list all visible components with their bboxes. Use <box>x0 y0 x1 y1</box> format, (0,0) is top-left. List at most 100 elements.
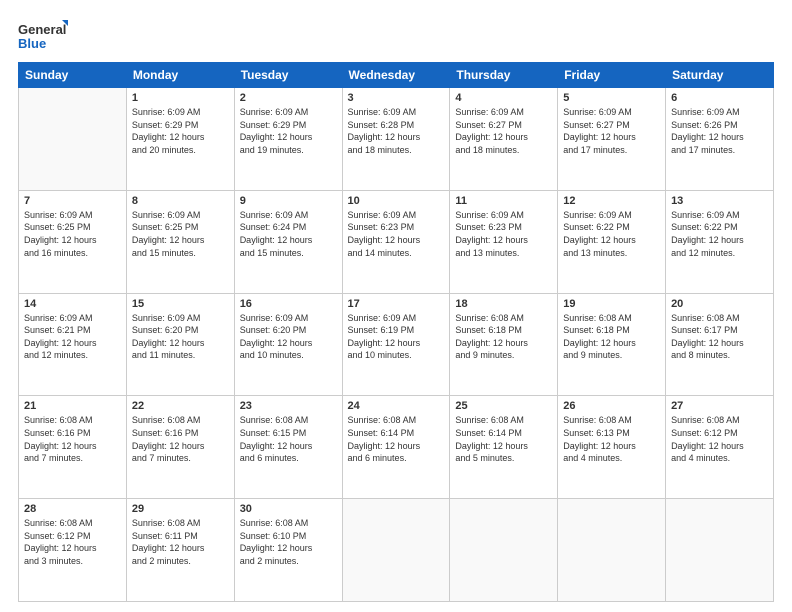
cell-week3-day6: 20 Sunrise: 6:08 AMSunset: 6:17 PMDayligh… <box>666 293 774 396</box>
day-detail: Sunrise: 6:08 AMSunset: 6:18 PMDaylight:… <box>563 312 660 362</box>
week-row-1: 1 Sunrise: 6:09 AMSunset: 6:29 PMDaylight… <box>19 88 774 191</box>
day-number: 4 <box>455 92 552 104</box>
day-number: 17 <box>348 298 445 310</box>
day-detail: Sunrise: 6:09 AMSunset: 6:19 PMDaylight:… <box>348 312 445 362</box>
cell-week1-day3: 3 Sunrise: 6:09 AMSunset: 6:28 PMDaylight… <box>342 88 450 191</box>
day-number: 6 <box>671 92 768 104</box>
cell-week2-day2: 9 Sunrise: 6:09 AMSunset: 6:24 PMDaylight… <box>234 190 342 293</box>
day-number: 22 <box>132 400 229 412</box>
day-detail: Sunrise: 6:08 AMSunset: 6:12 PMDaylight:… <box>671 414 768 464</box>
day-number: 2 <box>240 92 337 104</box>
cell-week5-day1: 29 Sunrise: 6:08 AMSunset: 6:11 PMDayligh… <box>126 499 234 602</box>
cell-week2-day4: 11 Sunrise: 6:09 AMSunset: 6:23 PMDayligh… <box>450 190 558 293</box>
day-number: 9 <box>240 195 337 207</box>
day-detail: Sunrise: 6:09 AMSunset: 6:25 PMDaylight:… <box>24 209 121 259</box>
day-number: 28 <box>24 503 121 515</box>
day-detail: Sunrise: 6:08 AMSunset: 6:16 PMDaylight:… <box>24 414 121 464</box>
day-detail: Sunrise: 6:09 AMSunset: 6:27 PMDaylight:… <box>563 106 660 156</box>
day-number: 16 <box>240 298 337 310</box>
day-number: 12 <box>563 195 660 207</box>
day-number: 3 <box>348 92 445 104</box>
day-detail: Sunrise: 6:08 AMSunset: 6:14 PMDaylight:… <box>455 414 552 464</box>
week-row-2: 7 Sunrise: 6:09 AMSunset: 6:25 PMDaylight… <box>19 190 774 293</box>
cell-week3-day3: 17 Sunrise: 6:09 AMSunset: 6:19 PMDayligh… <box>342 293 450 396</box>
cell-week5-day2: 30 Sunrise: 6:08 AMSunset: 6:10 PMDayligh… <box>234 499 342 602</box>
day-detail: Sunrise: 6:09 AMSunset: 6:22 PMDaylight:… <box>563 209 660 259</box>
weekday-header-thursday: Thursday <box>450 63 558 88</box>
weekday-header-monday: Monday <box>126 63 234 88</box>
day-detail: Sunrise: 6:08 AMSunset: 6:16 PMDaylight:… <box>132 414 229 464</box>
day-number: 7 <box>24 195 121 207</box>
day-detail: Sunrise: 6:09 AMSunset: 6:25 PMDaylight:… <box>132 209 229 259</box>
cell-week2-day3: 10Sunrise: 6:09 AMSunset: 6:23 PMDayligh… <box>342 190 450 293</box>
day-number: 23 <box>240 400 337 412</box>
day-detail: Sunrise: 6:09 AMSunset: 6:21 PMDaylight:… <box>24 312 121 362</box>
day-detail: Sunrise: 6:08 AMSunset: 6:10 PMDaylight:… <box>240 517 337 567</box>
day-detail: Sunrise: 6:08 AMSunset: 6:17 PMDaylight:… <box>671 312 768 362</box>
day-number: 29 <box>132 503 229 515</box>
cell-week5-day3 <box>342 499 450 602</box>
calendar-table: SundayMondayTuesdayWednesdayThursdayFrid… <box>18 62 774 602</box>
svg-text:General: General <box>18 22 66 37</box>
cell-week4-day2: 23 Sunrise: 6:08 AMSunset: 6:15 PMDayligh… <box>234 396 342 499</box>
day-detail: Sunrise: 6:09 AMSunset: 6:24 PMDaylight:… <box>240 209 337 259</box>
weekday-header-saturday: Saturday <box>666 63 774 88</box>
cell-week4-day1: 22 Sunrise: 6:08 AMSunset: 6:16 PMDayligh… <box>126 396 234 499</box>
weekday-header-tuesday: Tuesday <box>234 63 342 88</box>
day-detail: Sunrise: 6:09 AMSunset: 6:20 PMDaylight:… <box>240 312 337 362</box>
day-detail: Sunrise: 6:09 AMSunset: 6:23 PMDaylight:… <box>455 209 552 259</box>
cell-week4-day6: 27 Sunrise: 6:08 AMSunset: 6:12 PMDayligh… <box>666 396 774 499</box>
header: General Blue <box>18 18 774 54</box>
day-number: 30 <box>240 503 337 515</box>
cell-week1-day6: 6 Sunrise: 6:09 AMSunset: 6:26 PMDaylight… <box>666 88 774 191</box>
logo: General Blue <box>18 18 68 54</box>
day-number: 26 <box>563 400 660 412</box>
weekday-header-row: SundayMondayTuesdayWednesdayThursdayFrid… <box>19 63 774 88</box>
day-detail: Sunrise: 6:08 AMSunset: 6:15 PMDaylight:… <box>240 414 337 464</box>
day-detail: Sunrise: 6:08 AMSunset: 6:14 PMDaylight:… <box>348 414 445 464</box>
cell-week2-day5: 12 Sunrise: 6:09 AMSunset: 6:22 PMDayligh… <box>558 190 666 293</box>
cell-week1-day2: 2 Sunrise: 6:09 AMSunset: 6:29 PMDaylight… <box>234 88 342 191</box>
weekday-header-wednesday: Wednesday <box>342 63 450 88</box>
day-number: 5 <box>563 92 660 104</box>
day-number: 15 <box>132 298 229 310</box>
day-detail: Sunrise: 6:09 AMSunset: 6:29 PMDaylight:… <box>240 106 337 156</box>
cell-week3-day4: 18 Sunrise: 6:08 AMSunset: 6:18 PMDayligh… <box>450 293 558 396</box>
week-row-5: 28 Sunrise: 6:08 AMSunset: 6:12 PMDayligh… <box>19 499 774 602</box>
cell-week5-day6 <box>666 499 774 602</box>
cell-week3-day1: 15Sunrise: 6:09 AMSunset: 6:20 PMDayligh… <box>126 293 234 396</box>
day-number: 11 <box>455 195 552 207</box>
page: General Blue SundayMondayTuesdayWednesda… <box>0 0 792 612</box>
cell-week2-day1: 8 Sunrise: 6:09 AMSunset: 6:25 PMDaylight… <box>126 190 234 293</box>
day-detail: Sunrise: 6:08 AMSunset: 6:12 PMDaylight:… <box>24 517 121 567</box>
day-detail: Sunrise: 6:09 AMSunset: 6:26 PMDaylight:… <box>671 106 768 156</box>
cell-week3-day5: 19 Sunrise: 6:08 AMSunset: 6:18 PMDayligh… <box>558 293 666 396</box>
cell-week4-day3: 24Sunrise: 6:08 AMSunset: 6:14 PMDayligh… <box>342 396 450 499</box>
day-number: 1 <box>132 92 229 104</box>
day-number: 19 <box>563 298 660 310</box>
day-number: 18 <box>455 298 552 310</box>
cell-week2-day0: 7 Sunrise: 6:09 AMSunset: 6:25 PMDaylight… <box>19 190 127 293</box>
day-detail: Sunrise: 6:09 AMSunset: 6:28 PMDaylight:… <box>348 106 445 156</box>
day-number: 14 <box>24 298 121 310</box>
day-detail: Sunrise: 6:08 AMSunset: 6:11 PMDaylight:… <box>132 517 229 567</box>
cell-week5-day0: 28 Sunrise: 6:08 AMSunset: 6:12 PMDayligh… <box>19 499 127 602</box>
cell-week2-day6: 13Sunrise: 6:09 AMSunset: 6:22 PMDayligh… <box>666 190 774 293</box>
day-detail: Sunrise: 6:09 AMSunset: 6:29 PMDaylight:… <box>132 106 229 156</box>
week-row-3: 14 Sunrise: 6:09 AMSunset: 6:21 PMDayligh… <box>19 293 774 396</box>
day-number: 20 <box>671 298 768 310</box>
cell-week1-day1: 1 Sunrise: 6:09 AMSunset: 6:29 PMDaylight… <box>126 88 234 191</box>
cell-week3-day0: 14 Sunrise: 6:09 AMSunset: 6:21 PMDayligh… <box>19 293 127 396</box>
day-number: 8 <box>132 195 229 207</box>
day-detail: Sunrise: 6:08 AMSunset: 6:18 PMDaylight:… <box>455 312 552 362</box>
cell-week4-day5: 26Sunrise: 6:08 AMSunset: 6:13 PMDayligh… <box>558 396 666 499</box>
day-detail: Sunrise: 6:09 AMSunset: 6:27 PMDaylight:… <box>455 106 552 156</box>
cell-week5-day5 <box>558 499 666 602</box>
svg-text:Blue: Blue <box>18 36 46 51</box>
day-detail: Sunrise: 6:09 AMSunset: 6:22 PMDaylight:… <box>671 209 768 259</box>
weekday-header-sunday: Sunday <box>19 63 127 88</box>
day-number: 25 <box>455 400 552 412</box>
weekday-header-friday: Friday <box>558 63 666 88</box>
day-number: 27 <box>671 400 768 412</box>
cell-week3-day2: 16 Sunrise: 6:09 AMSunset: 6:20 PMDayligh… <box>234 293 342 396</box>
